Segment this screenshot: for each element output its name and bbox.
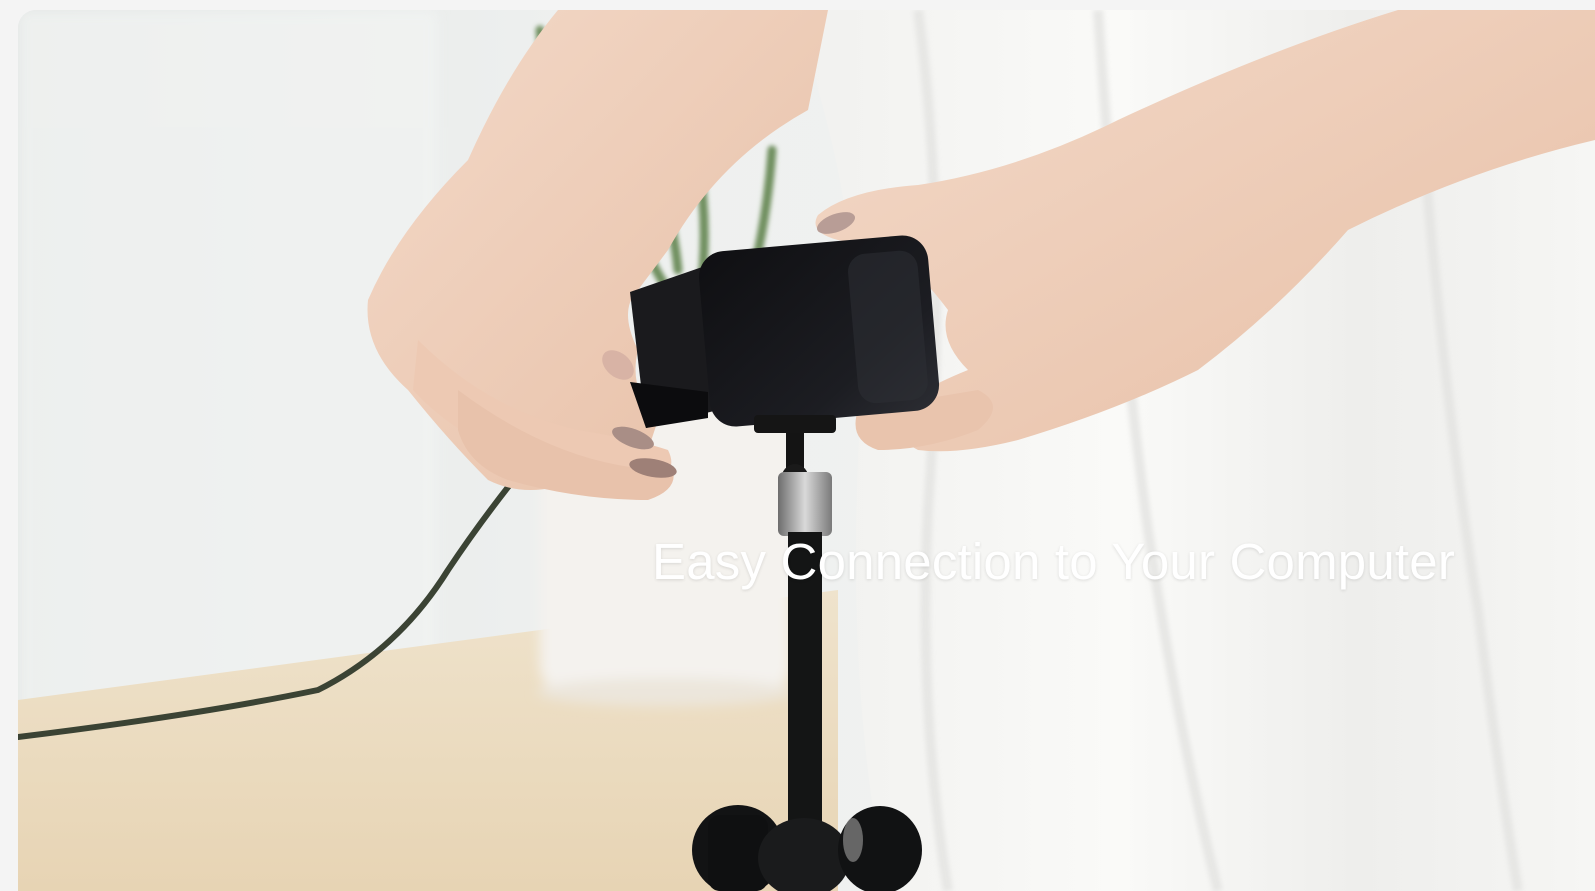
hero-banner: Easy Connection to Your Computer [18, 10, 1595, 891]
hero-photo [18, 10, 1595, 891]
hero-caption: Easy Connection to Your Computer [652, 533, 1456, 590]
